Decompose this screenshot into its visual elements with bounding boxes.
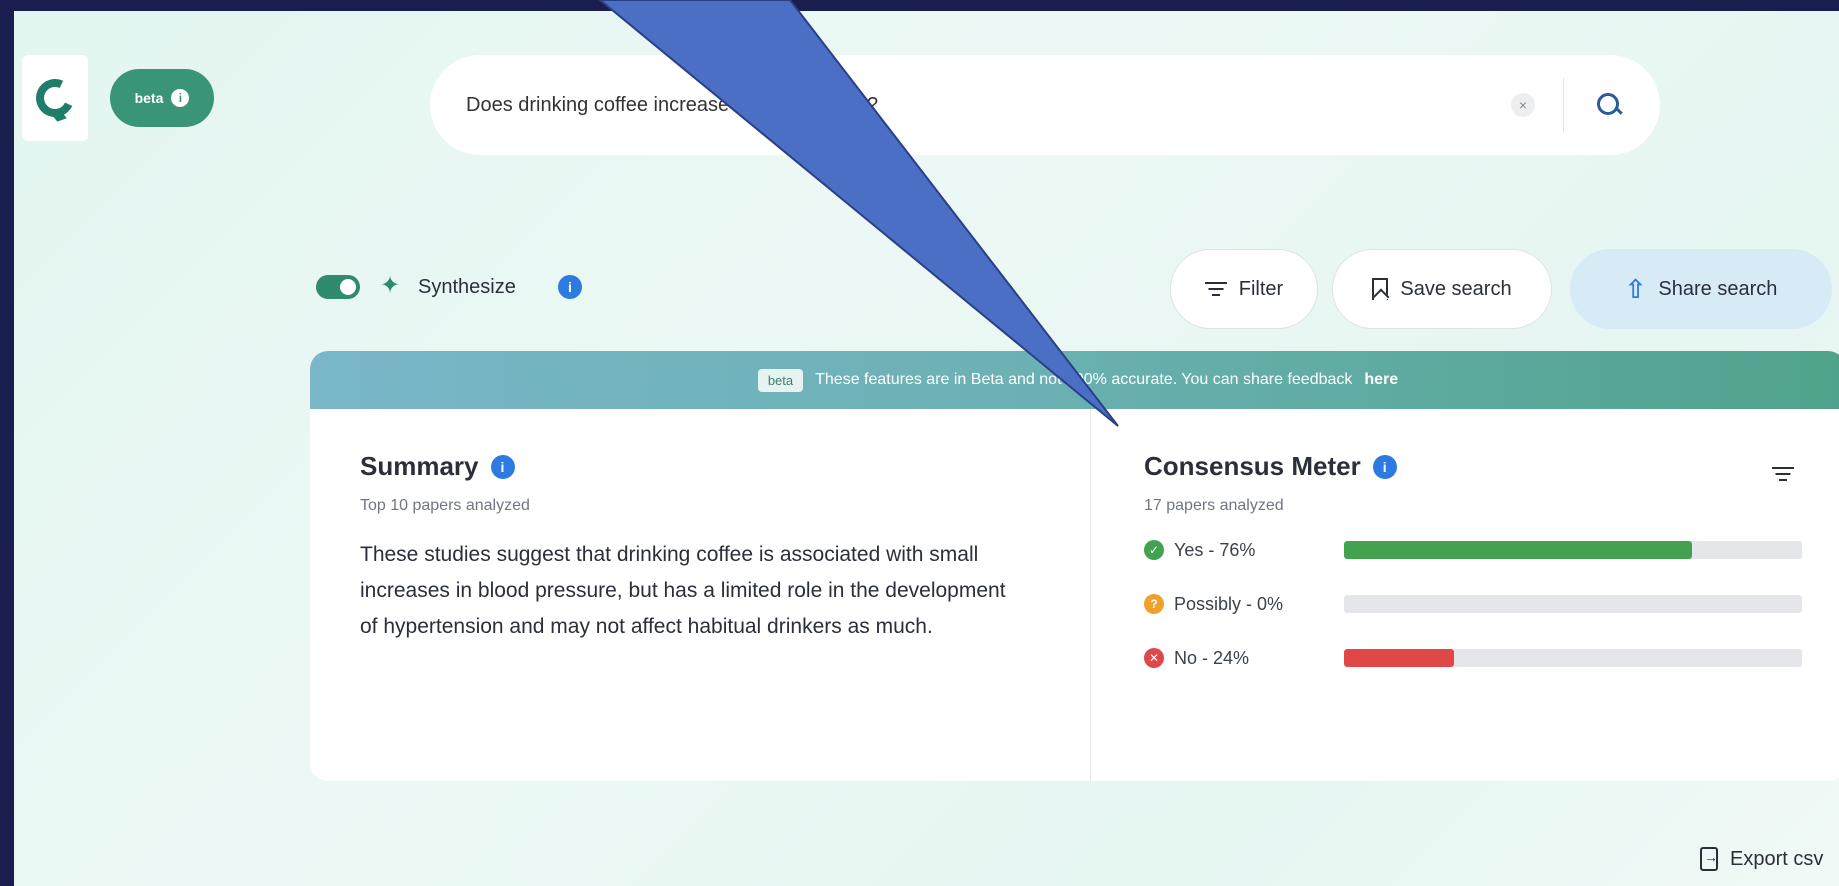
summary-info-icon[interactable]: i (490, 454, 515, 479)
consensus-heading: Consensus Meter i (1144, 451, 1397, 482)
synthesize-toggle[interactable] (316, 275, 360, 299)
export-icon (1700, 847, 1718, 871)
beta-banner: beta These features are in Beta and not … (310, 351, 1839, 409)
export-csv-label: Export csv (1730, 847, 1824, 870)
check-circle-icon: ✓ (1144, 540, 1164, 560)
summary-subtitle: Top 10 papers analyzed (360, 497, 530, 514)
results-card: beta These features are in Beta and not … (310, 351, 1839, 781)
meter-track-possibly (1344, 595, 1802, 613)
card-divider (1090, 409, 1091, 781)
filter-icon (1204, 282, 1227, 296)
x-circle-icon: ✕ (1144, 648, 1164, 668)
question-circle-icon: ? (1144, 594, 1164, 614)
share-search-label: Share search (1658, 277, 1778, 300)
meter-label-yes: Yes - 76% (1174, 539, 1256, 560)
meter-row-no: ✕ No - 24% (1144, 643, 1802, 673)
export-csv-button[interactable]: Export csv (1700, 847, 1823, 871)
meter-fill-yes (1344, 541, 1693, 559)
search-input[interactable]: Does drinking coffee increase blood pres… (466, 94, 1511, 117)
sparkle-icon: ✦ (380, 272, 401, 299)
synthesize-label: Synthesize (418, 276, 516, 298)
summary-text: These studies suggest that drinking coff… (360, 543, 1006, 638)
meter-row-yes: ✓ Yes - 76% (1144, 535, 1802, 565)
meter-label-possibly: Possibly - 0% (1174, 593, 1284, 614)
banner-beta-tag: beta (757, 368, 804, 392)
consensus-title: Consensus Meter (1144, 451, 1361, 481)
filter-button[interactable]: Filter (1170, 249, 1318, 329)
logo-c-icon (30, 73, 80, 123)
share-search-button[interactable]: ⇧ Share search (1570, 249, 1832, 329)
consensus-filter-icon[interactable] (1772, 467, 1794, 481)
consensus-logo[interactable] (22, 55, 88, 141)
consensus-info-icon[interactable]: i (1372, 454, 1397, 479)
meter-track-no (1344, 649, 1802, 667)
search-bar[interactable]: Does drinking coffee increase blood pres… (430, 55, 1660, 155)
banner-text: These features are in Beta and not 100% … (815, 371, 1353, 388)
save-search-label: Save search (1400, 277, 1512, 300)
meter-label-no: No - 24% (1174, 647, 1250, 668)
info-icon: i (171, 89, 190, 107)
bookmark-icon (1372, 278, 1389, 300)
filter-button-label: Filter (1238, 277, 1284, 300)
beta-badge-label: beta (134, 90, 164, 106)
synthesize-info-icon[interactable]: i (558, 275, 582, 299)
summary-heading: Summary i (360, 451, 515, 482)
summary-title: Summary (360, 451, 479, 481)
app-window: beta i Does drinking coffee increase blo… (14, 11, 1839, 886)
share-icon: ⇧ (1624, 273, 1647, 304)
clear-icon[interactable]: × (1511, 93, 1535, 117)
meter-track-yes (1344, 541, 1802, 559)
search-icon[interactable] (1594, 90, 1624, 120)
beta-badge[interactable]: beta i (110, 69, 214, 127)
search-divider (1563, 78, 1564, 132)
meter-fill-no (1344, 649, 1454, 667)
feedback-link[interactable]: here (1364, 371, 1398, 389)
consensus-subtitle: 17 papers analyzed (1144, 497, 1284, 514)
meter-row-possibly: ? Possibly - 0% (1144, 589, 1802, 619)
save-search-button[interactable]: Save search (1332, 249, 1552, 329)
